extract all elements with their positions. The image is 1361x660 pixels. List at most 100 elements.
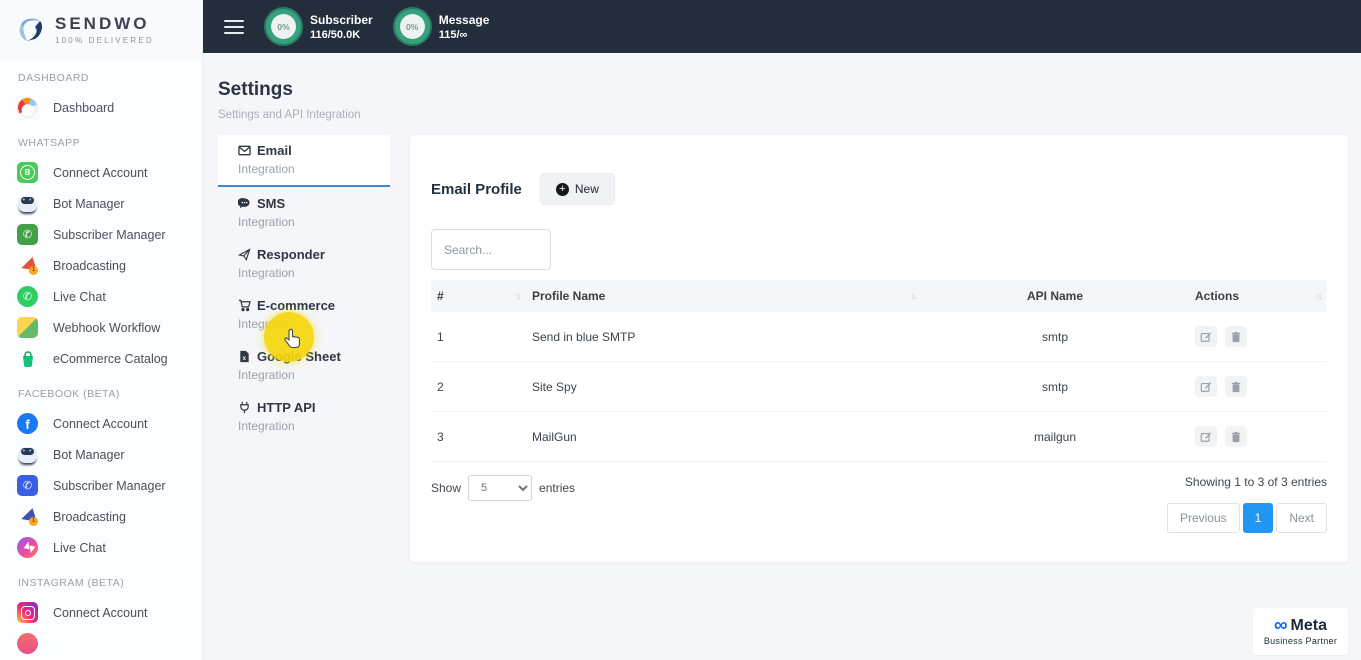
- shopping-bag-icon: [17, 348, 38, 369]
- sort-icon: ↑↓: [515, 291, 522, 301]
- whatsapp-chat-icon: [17, 286, 38, 307]
- whatsapp-business-icon: [17, 162, 38, 183]
- phonebook-green-icon: [17, 224, 38, 245]
- show-label: Show: [431, 481, 462, 495]
- sidebar-item-wa-subscriber-manager[interactable]: Subscriber Manager: [0, 219, 202, 250]
- subscriber-stat-label: Subscriber: [310, 12, 373, 27]
- search-input[interactable]: [431, 229, 551, 270]
- subscriber-stat: 0% Subscriber 116/50.0K: [266, 9, 373, 44]
- column-header-profile-name[interactable]: Profile Name ↑↓: [526, 280, 921, 312]
- sort-icon: ↑↓: [910, 291, 917, 301]
- trash-icon: [1232, 431, 1241, 442]
- brand-tagline: 100% DELIVERED: [55, 35, 154, 45]
- section-label-dashboard: DASHBOARD: [18, 72, 90, 84]
- delete-button[interactable]: [1225, 326, 1248, 347]
- entries-label: entries: [539, 481, 576, 495]
- column-header-api-name[interactable]: API Name: [921, 280, 1189, 312]
- delete-button[interactable]: [1225, 426, 1248, 447]
- megaphone-orange-icon: [17, 255, 38, 276]
- table-row: 2 Site Spy smtp: [431, 361, 1327, 412]
- delete-button[interactable]: [1225, 376, 1248, 397]
- sidebar-item-webhook-workflow[interactable]: Webhook Workflow: [0, 312, 202, 343]
- hamburger-menu-icon[interactable]: [224, 16, 244, 38]
- instagram-icon: [17, 602, 38, 623]
- edit-icon: [1200, 381, 1212, 392]
- edit-button[interactable]: [1195, 376, 1217, 397]
- page-size-select[interactable]: 5: [468, 475, 533, 501]
- hand-cursor-icon: [284, 328, 300, 349]
- brand-logo[interactable]: SENDWO 100% DELIVERED: [0, 0, 202, 58]
- message-stat: 0% Message 115/∞: [394, 9, 490, 44]
- sidebar-item-fb-subscriber-manager[interactable]: Subscriber Manager: [0, 470, 202, 501]
- tab-email-integration[interactable]: Email Integration: [218, 135, 390, 187]
- subscriber-stat-value: 116/50.0K: [310, 28, 361, 41]
- sidebar-item-fb-connect-account[interactable]: Connect Account: [0, 408, 202, 439]
- trash-icon: [1232, 331, 1241, 342]
- section-label-instagram: INSTAGRAM (BETA): [18, 577, 125, 589]
- table-row: 3 MailGun mailgun: [431, 411, 1327, 462]
- sidebar-item-dashboard[interactable]: Dashboard: [0, 92, 202, 123]
- facebook-icon: [17, 413, 38, 434]
- column-header-actions[interactable]: Actions ↑↓: [1189, 280, 1327, 312]
- plus-circle-icon: [555, 182, 569, 196]
- section-label-facebook: FACEBOOK (BETA): [18, 388, 120, 400]
- message-stat-label: Message: [438, 12, 490, 27]
- sidebar-item-ig-connect-account[interactable]: Connect Account: [0, 597, 202, 628]
- sidebar-item-ecommerce-catalog[interactable]: eCommerce Catalog: [0, 343, 202, 374]
- sidebar-item-fb-live-chat[interactable]: Live Chat: [0, 532, 202, 563]
- edit-button[interactable]: [1195, 426, 1217, 447]
- paper-plane-icon: [238, 248, 251, 261]
- gauge-icon: [17, 97, 38, 118]
- sidebar-item-wa-connect-account[interactable]: Connect Account: [0, 157, 202, 188]
- sidebar-item-wa-broadcasting[interactable]: Broadcasting: [0, 250, 202, 281]
- spreadsheet-icon: x: [240, 350, 249, 363]
- pagination: Previous 1 Next: [1166, 503, 1327, 533]
- table-header-row: # ↑↓ Profile Name ↑↓ API Name Actions ↑↓: [431, 280, 1327, 312]
- section-label-whatsapp: WHATSAPP: [18, 137, 81, 149]
- panel-title: Email Profile: [431, 180, 522, 198]
- robot-pink-icon: [17, 633, 38, 654]
- showing-entries-text: Showing 1 to 3 of 3 entries: [1184, 475, 1327, 489]
- main-content: Settings Settings and API Integration Em…: [203, 53, 1361, 660]
- page-1-button[interactable]: 1: [1242, 503, 1274, 533]
- page-title: Settings: [218, 79, 293, 100]
- email-profile-panel: Email Profile New #↑↓ Profile Name↑↓ API…: [410, 135, 1348, 562]
- meta-infinity-icon: [1274, 619, 1288, 633]
- sidebar-item-fb-broadcasting[interactable]: Broadcasting: [0, 501, 202, 532]
- tab-sms-integration[interactable]: SMS Integration: [218, 188, 390, 238]
- edit-icon: [1200, 331, 1212, 342]
- robot-icon: [17, 444, 38, 465]
- sort-icon: ↑↓: [1316, 291, 1323, 301]
- tab-http-api-integration[interactable]: HTTP API Integration: [218, 392, 390, 442]
- envelope-icon: [238, 145, 251, 156]
- meta-business-partner-badge: Meta Business Partner: [1253, 608, 1348, 655]
- sendwo-logo-icon: [19, 18, 43, 41]
- column-header-num[interactable]: # ↑↓: [431, 280, 526, 312]
- message-stat-value: 115/∞: [438, 28, 468, 41]
- sidebar-item-wa-live-chat[interactable]: Live Chat: [0, 281, 202, 312]
- edit-icon: [1200, 431, 1212, 442]
- phonebook-blue-icon: [17, 475, 38, 496]
- next-page-button[interactable]: Next: [1276, 503, 1327, 533]
- sidebar-item-partial[interactable]: [0, 628, 202, 659]
- topbar: 0% Subscriber 116/50.0K 0% Message 115/∞: [203, 0, 1361, 53]
- chat-bubble-icon: [238, 198, 250, 209]
- megaphone-blue-icon: [17, 506, 38, 527]
- trash-icon: [1232, 381, 1241, 392]
- brand-name: SENDWO: [55, 13, 150, 33]
- edit-button[interactable]: [1195, 326, 1217, 347]
- messenger-icon: [17, 537, 38, 558]
- workflow-icon: [17, 317, 38, 338]
- sidebar: SENDWO 100% DELIVERED DASHBOARD Dashboar…: [0, 0, 203, 660]
- new-profile-button[interactable]: New: [539, 173, 615, 205]
- tab-responder-integration[interactable]: Responder Integration: [218, 239, 390, 289]
- robot-icon: [17, 193, 38, 214]
- sidebar-item-wa-bot-manager[interactable]: Bot Manager: [0, 188, 202, 219]
- previous-page-button[interactable]: Previous: [1166, 503, 1240, 533]
- page-subtitle: Settings and API Integration: [218, 109, 361, 121]
- progress-ring-icon: 0%: [266, 9, 301, 44]
- table-row: 1 Send in blue SMTP smtp: [431, 312, 1327, 362]
- cart-icon: [238, 299, 251, 312]
- sidebar-item-fb-bot-manager[interactable]: Bot Manager: [0, 439, 202, 470]
- plug-icon: [240, 401, 249, 414]
